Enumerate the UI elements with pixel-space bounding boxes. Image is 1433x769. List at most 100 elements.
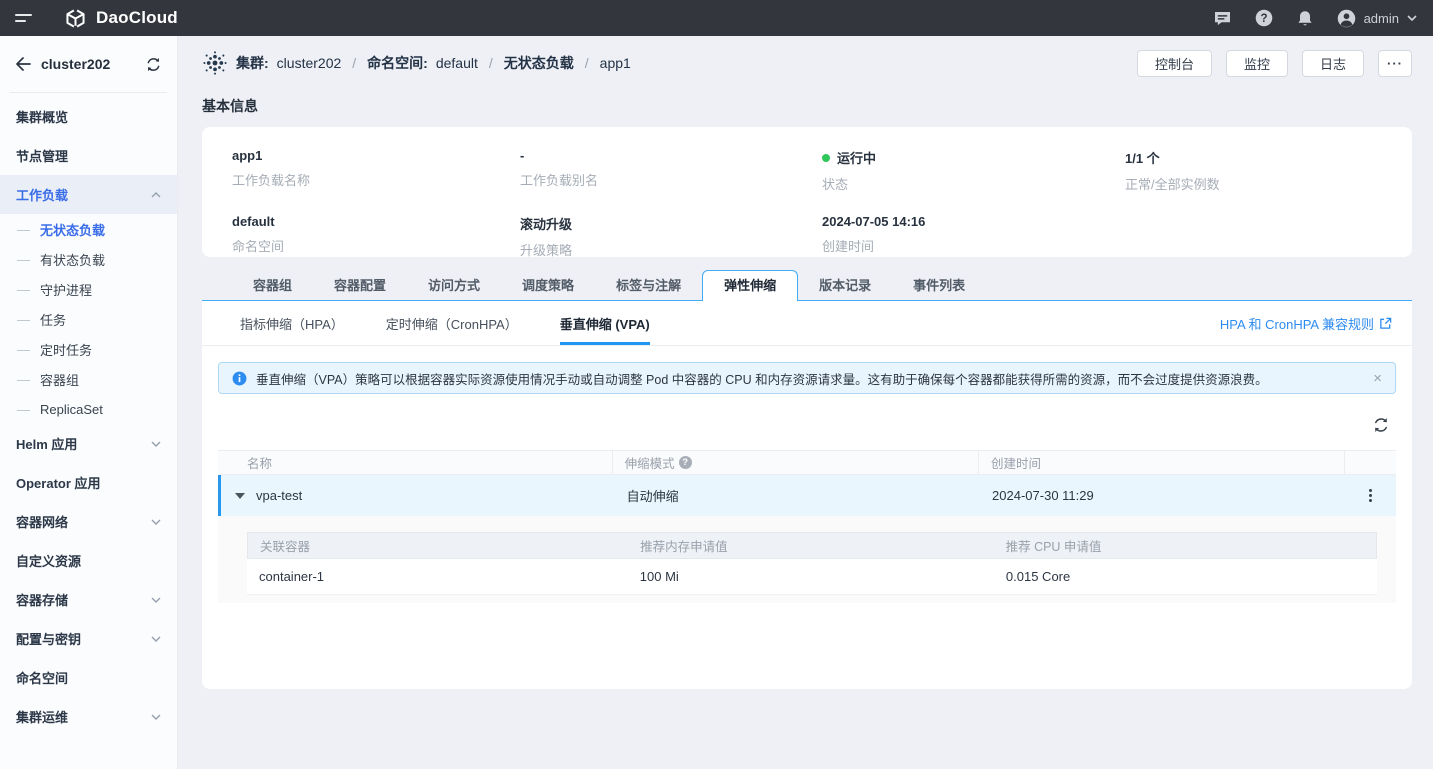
collapse-caret-icon[interactable] [235, 493, 245, 499]
subtab-cronhpa[interactable]: 定时伸缩（CronHPA） [386, 301, 518, 345]
recommended-memory: 100 Mi [628, 569, 994, 584]
field-upgrade-strategy: 滚动升级 升级策略 [520, 214, 822, 259]
brand-name: DaoCloud [96, 8, 178, 28]
breadcrumb-namespace-value[interactable]: default [436, 55, 478, 71]
field-created-time: 2024-07-05 14:16 创建时间 [822, 214, 1125, 259]
username: admin [1364, 11, 1399, 26]
basic-info-card: app1 工作负载名称 - 工作负载别名 运行中 状态 1/1 个 正常/全部实… [202, 127, 1412, 257]
menu-icon[interactable] [15, 11, 35, 25]
recommendation-table-header: 关联容器 推荐内存申请值 推荐 CPU 申请值 [247, 532, 1377, 559]
chevron-down-icon [151, 519, 161, 525]
sidebar-item-cluster-ops[interactable]: 集群运维 [0, 697, 177, 736]
basic-info-title: 基本信息 [202, 96, 1412, 116]
status-badge: 运行中 [837, 148, 876, 167]
chevron-down-icon [1407, 15, 1417, 21]
sidebar-item-deployments[interactable]: —无状态负载 [0, 214, 177, 244]
vpa-row-expanded: 关联容器 推荐内存申请值 推荐 CPU 申请值 container-1 100 … [218, 516, 1396, 603]
refresh-icon[interactable] [1372, 416, 1390, 434]
tab-pods[interactable]: 容器组 [232, 271, 313, 301]
subtab-vpa[interactable]: 垂直伸缩 (VPA) [560, 301, 650, 345]
daocloud-logo-icon [64, 7, 87, 30]
scaling-subtabs: 指标伸缩（HPA） 定时伸缩（CronHPA） 垂直伸缩 (VPA) HPA 和… [202, 301, 1412, 346]
close-icon[interactable]: × [1373, 371, 1382, 386]
sidebar-item-operator-apps[interactable]: Operator 应用 [0, 463, 177, 502]
back-arrow-icon[interactable] [15, 57, 31, 71]
message-icon[interactable] [1214, 11, 1231, 26]
sidebar-item-namespaces[interactable]: 命名空间 [0, 658, 177, 697]
sidebar-item-statefulsets[interactable]: —有状态负载 [0, 244, 177, 274]
sidebar-item-workloads[interactable]: 工作负载 [0, 175, 177, 214]
col-actions [1345, 451, 1396, 474]
breadcrumb-cluster-key: 集群: [236, 53, 269, 73]
status-dot [822, 154, 830, 162]
recommendation-row: container-1 100 Mi 0.015 Core [247, 559, 1377, 595]
hpa-cronhpa-compat-link[interactable]: HPA 和 CronHPA 兼容规则 [1220, 301, 1392, 345]
col-mode: 伸缩模式 ? [613, 451, 979, 474]
help-icon[interactable]: ? [1255, 9, 1273, 27]
sidebar-item-config-secrets[interactable]: 配置与密钥 [0, 619, 177, 658]
sidebar-item-container-network[interactable]: 容器网络 [0, 502, 177, 541]
sidebar-item-custom-resources[interactable]: 自定义资源 [0, 541, 177, 580]
tab-event-list[interactable]: 事件列表 [892, 271, 986, 301]
breadcrumb-cluster-value[interactable]: cluster202 [277, 55, 342, 71]
field-status: 运行中 状态 [822, 148, 1125, 193]
logs-button[interactable]: 日志 [1302, 50, 1364, 77]
user-menu[interactable]: admin [1337, 9, 1417, 28]
vpa-mode: 自动伸缩 [615, 486, 980, 505]
main-content: 集群: cluster202 / 命名空间: default / 无状态负载 /… [178, 36, 1433, 769]
breadcrumb-workload-type[interactable]: 无状态负载 [504, 53, 574, 73]
vpa-table: 名称 伸缩模式 ? 创建时间 vpa-test 自动伸缩 2024-07-30 … [218, 450, 1396, 603]
recommendation-table: 关联容器 推荐内存申请值 推荐 CPU 申请值 container-1 100 … [247, 532, 1377, 595]
sidebar-nav: 集群概览 节点管理 工作负载 —无状态负载 —有状态负载 —守护进程 —任务 —… [0, 97, 177, 736]
switch-cluster-icon[interactable] [145, 57, 162, 72]
chevron-down-icon [151, 714, 161, 720]
sidebar-item-replicaset[interactable]: —ReplicaSet [0, 394, 177, 424]
avatar-icon [1337, 9, 1356, 28]
more-actions-button[interactable]: ··· [1378, 50, 1412, 77]
monitor-button[interactable]: 监控 [1226, 50, 1288, 77]
chevron-down-icon [151, 597, 161, 603]
vpa-row[interactable]: vpa-test 自动伸缩 2024-07-30 11:29 [218, 475, 1396, 516]
sidebar-item-pods[interactable]: —容器组 [0, 364, 177, 394]
sidebar-item-container-storage[interactable]: 容器存储 [0, 580, 177, 619]
help-question-icon[interactable]: ? [679, 456, 692, 469]
tab-container-config[interactable]: 容器配置 [313, 271, 407, 301]
sidebar-item-jobs[interactable]: —任务 [0, 304, 177, 334]
tab-access-method[interactable]: 访问方式 [407, 271, 501, 301]
sidebar-item-node-management[interactable]: 节点管理 [0, 136, 177, 175]
sidebar: cluster202 集群概览 节点管理 工作负载 —无状态负载 —有状态负载 … [0, 36, 178, 769]
table-toolbar [202, 394, 1412, 450]
banner-text: 垂直伸缩（VPA）策略可以根据容器实际资源使用情况手动或自动调整 Pod 中容器… [256, 369, 1268, 388]
svg-text:?: ? [1260, 13, 1267, 25]
breadcrumb-namespace-key: 命名空间: [367, 53, 428, 73]
tab-version-history[interactable]: 版本记录 [798, 271, 892, 301]
workload-icon [202, 50, 228, 76]
external-link-icon [1379, 317, 1392, 330]
col-name: 名称 [218, 451, 613, 474]
vpa-created: 2024-07-30 11:29 [980, 488, 1345, 503]
row-actions-kebab-icon[interactable] [1366, 486, 1375, 505]
sidebar-item-daemonsets[interactable]: —守护进程 [0, 274, 177, 304]
topbar: DaoCloud ? admin [0, 0, 1433, 36]
breadcrumb-app-name: app1 [600, 55, 631, 71]
field-workload-alias: - 工作负载别名 [520, 148, 822, 193]
sidebar-item-cronjobs[interactable]: —定时任务 [0, 334, 177, 364]
field-workload-name: app1 工作负载名称 [232, 148, 520, 193]
info-icon [232, 371, 247, 386]
container-name: container-1 [247, 569, 628, 584]
detail-tabs: 容器组 容器配置 访问方式 调度策略 标签与注解 弹性伸缩 版本记录 事件列表 [202, 270, 1412, 301]
recommended-cpu: 0.015 Core [994, 569, 1377, 584]
notifications-bell-icon[interactable] [1297, 10, 1313, 27]
console-button[interactable]: 控制台 [1137, 50, 1212, 77]
vpa-table-header: 名称 伸缩模式 ? 创建时间 [218, 450, 1396, 475]
subtab-hpa[interactable]: 指标伸缩（HPA） [240, 301, 344, 345]
cluster-name: cluster202 [41, 56, 135, 72]
brand: DaoCloud [64, 7, 178, 30]
breadcrumb: 集群: cluster202 / 命名空间: default / 无状态负载 /… [202, 50, 631, 76]
sidebar-item-helm-apps[interactable]: Helm 应用 [0, 424, 177, 463]
tab-scheduling-policy[interactable]: 调度策略 [501, 271, 595, 301]
tab-labels-annotations[interactable]: 标签与注解 [595, 271, 702, 301]
sidebar-item-cluster-overview[interactable]: 集群概览 [0, 97, 177, 136]
tab-elastic-scaling[interactable]: 弹性伸缩 [702, 270, 798, 301]
field-instances: 1/1 个 正常/全部实例数 [1125, 148, 1382, 193]
